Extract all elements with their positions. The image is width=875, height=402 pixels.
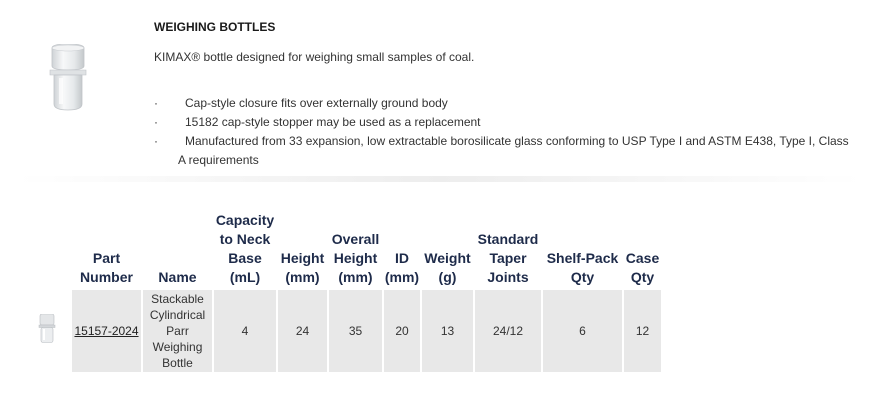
table-header-row: Part Number Name Capacity to Neck Base (… <box>24 209 661 289</box>
feature-item: · Cap-style closure fits over externally… <box>154 94 869 113</box>
part-number-link[interactable]: 15157-2024 <box>74 324 138 338</box>
cell-taper: 24/12 <box>475 290 541 372</box>
cell-overall-height: 35 <box>329 290 382 372</box>
column-header-height: Height (mm) <box>280 250 325 285</box>
cell-part-number: 15157-2024 <box>72 290 141 372</box>
spec-table: Part Number Name Capacity to Neck Base (… <box>22 208 663 373</box>
section-divider <box>17 176 862 182</box>
row-thumbnail <box>24 290 70 372</box>
cell-capacity: 4 <box>214 290 276 372</box>
cell-name: Stackable Cylindrical Parr Weighing Bott… <box>143 290 212 372</box>
feature-item: · 15182 cap-style stopper may be used as… <box>154 113 869 132</box>
product-image <box>46 43 90 112</box>
column-header-case-qty: Case Qty <box>625 250 660 285</box>
column-header-overall-height: Overall Height (mm) <box>331 231 380 285</box>
product-title: WEIGHING BOTTLES <box>154 20 276 34</box>
feature-item: · Manufactured from 33 expansion, low ex… <box>154 132 869 170</box>
cell-case-qty: 12 <box>624 290 661 372</box>
column-header-part-number: Part Number <box>80 250 133 285</box>
feature-list: · Cap-style closure fits over externally… <box>154 94 869 170</box>
cell-height: 24 <box>278 290 327 372</box>
cell-weight: 13 <box>422 290 473 372</box>
bullet-marker: · <box>154 115 158 129</box>
feature-text: 15182 cap-style stopper may be used as a… <box>185 115 481 129</box>
table-row: 15157-2024 Stackable Cylindrical Parr We… <box>24 290 661 372</box>
feature-text: Cap-style closure fits over externally g… <box>185 96 448 110</box>
column-header-image <box>24 209 70 289</box>
bottle-thumbnail-icon <box>38 313 56 343</box>
cell-shelf-pack: 6 <box>543 290 622 372</box>
feature-text: Manufactured from 33 expansion, low extr… <box>185 134 849 148</box>
cell-id: 20 <box>384 290 420 372</box>
column-header-name: Name <box>158 269 197 285</box>
column-header-capacity: Capacity to Neck Base (mL) <box>215 212 275 285</box>
product-info: WEIGHING BOTTLES KIMAX® bottle designed … <box>154 20 869 170</box>
column-header-weight: Weight (g) <box>424 250 471 285</box>
bullet-marker: · <box>154 134 158 148</box>
column-header-id: ID (mm) <box>384 250 420 285</box>
feature-text-continued: A requirements <box>178 153 259 167</box>
product-description: KIMAX® bottle designed for weighing smal… <box>154 50 475 64</box>
column-header-shelf-pack: Shelf-Pack Qty <box>546 250 619 285</box>
bullet-marker: · <box>154 96 158 110</box>
column-header-taper: Standard Taper Joints <box>477 231 539 285</box>
